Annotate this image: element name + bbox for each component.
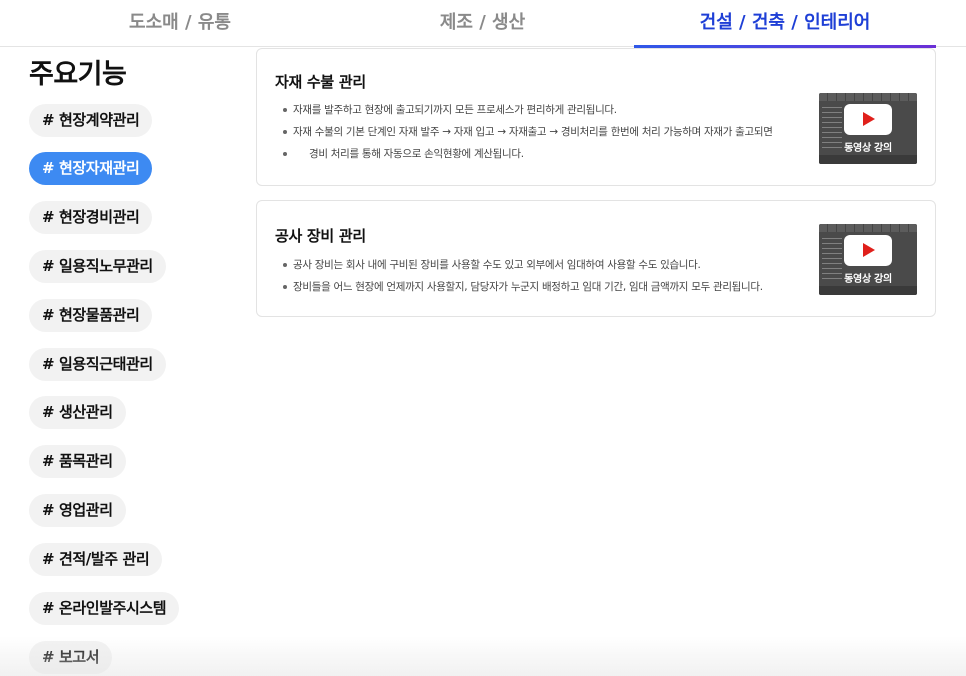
bottom-fade — [0, 636, 966, 676]
bullet-item: 공사 장비는 회사 내에 구비된 장비를 사용할 수도 있고 외부에서 임대하여… — [283, 254, 823, 276]
video-lecture-button[interactable]: 동영상 강의 — [819, 93, 917, 164]
feature-chip-site-goods[interactable]: # 현장물품관리 — [29, 299, 153, 332]
feature-chip-sales[interactable]: # 영업관리 — [29, 494, 126, 527]
features-heading: 주요기능 — [29, 59, 127, 90]
video-thumb-footer — [819, 155, 917, 164]
feature-card-equipment: 공사 장비 관리 공사 장비는 회사 내에 구비된 장비를 사용할 수도 있고 … — [256, 200, 936, 317]
bullet-item: 자재 수불의 기본 단계인 자재 발주 → 자재 입고 → 자재출고 → 경비처… — [283, 121, 823, 143]
feature-chip-daily-attendance[interactable]: # 일용직근태관리 — [29, 348, 166, 381]
card-title: 자재 수불 관리 — [275, 73, 366, 91]
bullet-item: 자재를 발주하고 현장에 출고되기까지 모든 프로세스가 편리하게 관리됩니다. — [283, 99, 823, 121]
feature-chip-site-expense[interactable]: # 현장경비관리 — [29, 201, 153, 234]
card-bullets: 자재를 발주하고 현장에 출고되기까지 모든 프로세스가 편리하게 관리됩니다.… — [283, 99, 823, 165]
bullet-item: 경비 처리를 통해 자동으로 손익현황에 계산됩니다. — [283, 143, 823, 165]
video-thumb-strip — [819, 224, 917, 232]
video-thumb-strip — [819, 93, 917, 101]
video-label: 동영상 강의 — [844, 274, 892, 285]
industry-tabs: 도소매 / 유통 제조 / 생산 건설 / 건축 / 인테리어 — [0, 0, 966, 48]
card-bullets: 공사 장비는 회사 내에 구비된 장비를 사용할 수도 있고 외부에서 임대하여… — [283, 254, 823, 298]
tab-retail-distribution[interactable]: 도소매 / 유통 — [0, 0, 360, 47]
feature-chip-site-contract[interactable]: # 현장계약관리 — [29, 104, 153, 137]
card-title: 공사 장비 관리 — [275, 227, 366, 245]
feature-chip-daily-labor[interactable]: # 일용직노무관리 — [29, 250, 166, 283]
feature-chip-report[interactable]: # 보고서 — [29, 641, 113, 674]
feature-card-material: 자재 수불 관리 자재를 발주하고 현장에 출고되기까지 모든 프로세스가 편리… — [256, 48, 936, 186]
video-lecture-button[interactable]: 동영상 강의 — [819, 224, 917, 295]
video-thumb-footer — [819, 286, 917, 295]
tab-construction-interior[interactable]: 건설 / 건축 / 인테리어 — [634, 0, 936, 48]
feature-chip-online-order[interactable]: # 온라인발주시스템 — [29, 592, 180, 625]
tab-manufacturing-production[interactable]: 제조 / 생산 — [330, 0, 635, 47]
feature-chip-quote-order[interactable]: # 견적/발주 관리 — [29, 543, 163, 576]
bullet-item: 장비들을 어느 현장에 언제까지 사용할지, 담당자가 누군지 배정하고 임대 … — [283, 276, 823, 298]
play-icon — [844, 235, 892, 266]
feature-chip-site-material[interactable]: # 현장자재관리 — [29, 152, 153, 185]
video-label: 동영상 강의 — [844, 143, 892, 154]
play-icon — [844, 104, 892, 135]
feature-chip-items[interactable]: # 품목관리 — [29, 445, 126, 478]
feature-chip-production[interactable]: # 생산관리 — [29, 396, 126, 429]
tab-label: 건설 / 건축 / 인테리어 — [699, 12, 871, 33]
